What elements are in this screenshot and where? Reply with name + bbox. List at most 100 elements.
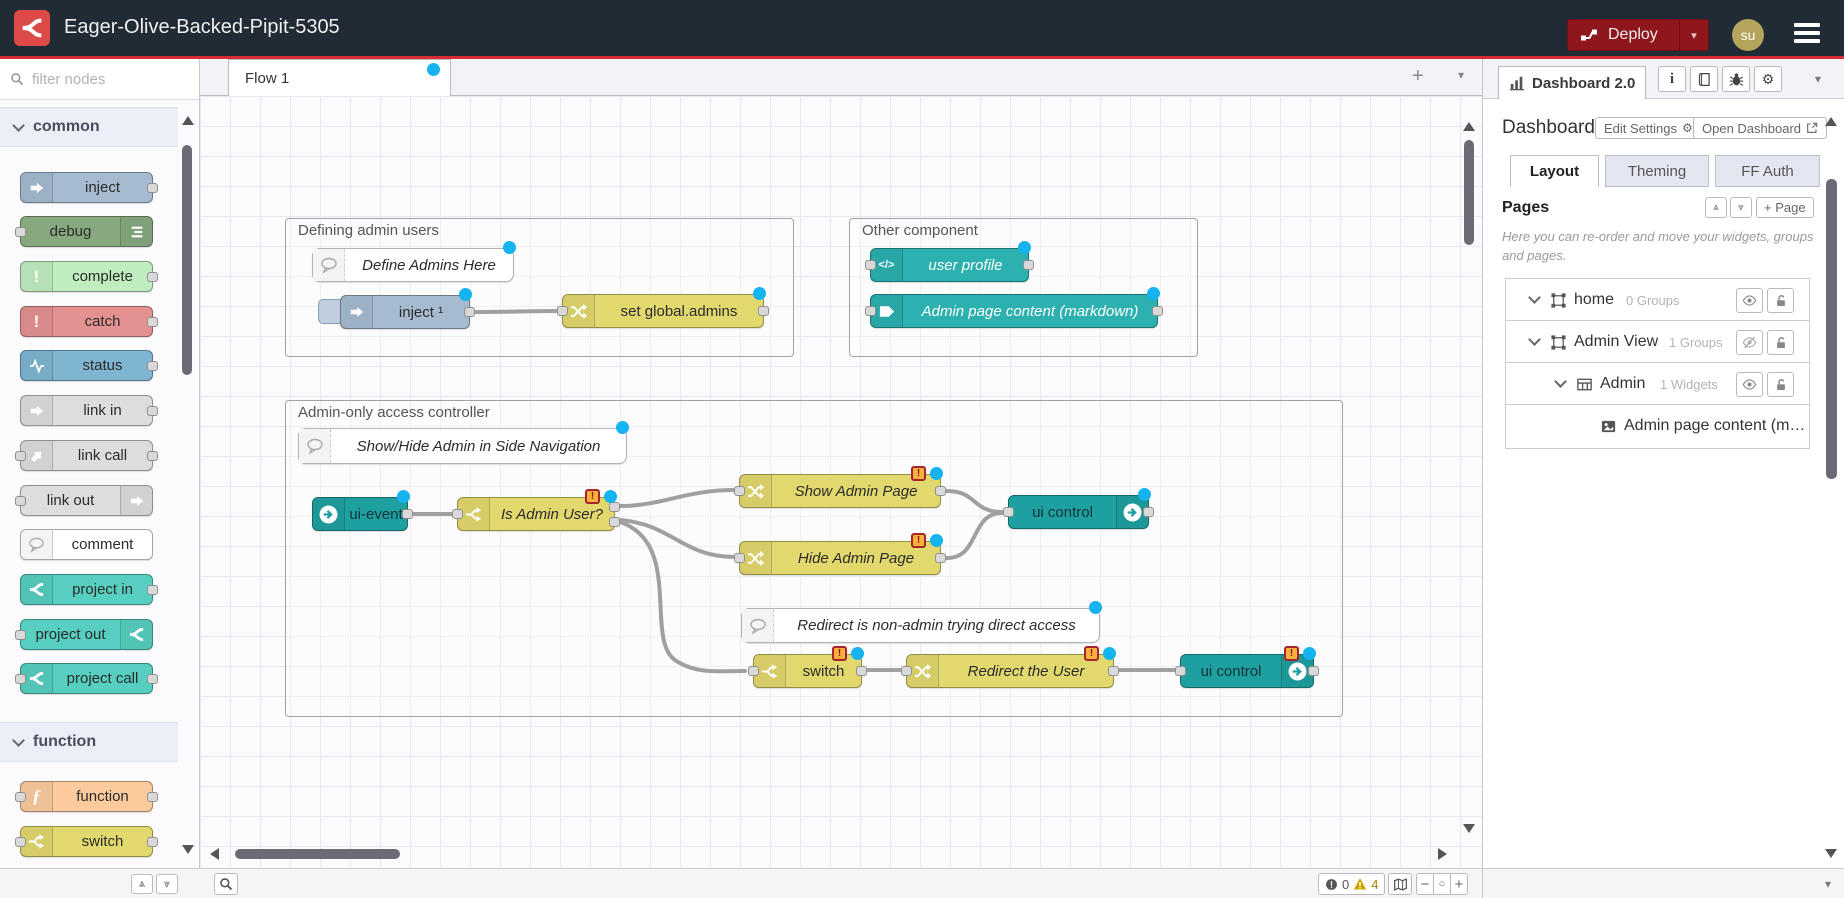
palette-node-comment[interactable]: comment [20, 529, 153, 560]
output-port[interactable] [856, 666, 867, 676]
comment-node-define-admins[interactable]: Define Admins Here [312, 248, 514, 282]
output-port-2[interactable] [609, 517, 620, 527]
palette-node-project-out[interactable]: project out [20, 619, 153, 650]
input-port[interactable] [865, 260, 876, 270]
port[interactable] [147, 451, 158, 461]
hscroll-right-arrow[interactable] [1438, 848, 1447, 860]
search-flows-button[interactable] [214, 873, 238, 895]
hscroll-left-arrow[interactable] [210, 848, 219, 860]
port[interactable] [147, 837, 158, 847]
port[interactable] [15, 451, 26, 461]
port[interactable] [15, 837, 26, 847]
port[interactable] [147, 361, 158, 371]
group-other-component[interactable]: Other component [849, 218, 1198, 357]
input-port[interactable] [734, 486, 745, 496]
output-port[interactable] [935, 486, 946, 496]
node-is-admin-user[interactable]: Is Admin User? ! [457, 497, 615, 531]
output-port[interactable] [758, 306, 769, 316]
tab-list-caret[interactable]: ▾ [1458, 68, 1464, 82]
output-port[interactable] [1108, 666, 1119, 676]
tab-dashboard-2[interactable]: Dashboard 2.0 [1498, 66, 1646, 99]
visibility-button[interactable] [1736, 330, 1763, 355]
palette-category-common[interactable]: common [0, 107, 178, 147]
flow-canvas[interactable]: Defining admin users Other component Adm… [200, 96, 1482, 868]
tree-row-admin-view[interactable]: Admin View 1 Groups [1505, 320, 1810, 365]
deploy-options-caret[interactable]: ▾ [1679, 20, 1708, 50]
palette-category-function[interactable]: function [0, 722, 178, 762]
debug-tab-button[interactable] [1722, 66, 1750, 92]
port[interactable] [15, 630, 26, 640]
info-tab-button[interactable]: i [1658, 66, 1686, 92]
open-dashboard-button[interactable]: Open Dashboard [1693, 117, 1827, 139]
node-ui-event[interactable]: ui-event [312, 497, 408, 531]
chevron-down-icon[interactable] [1528, 291, 1541, 304]
move-up-button[interactable]: ⩓ [1705, 197, 1727, 218]
group-defining-admin-users[interactable]: Defining admin users [285, 218, 794, 357]
output-port[interactable] [402, 509, 413, 519]
palette-expand-all-button[interactable]: ⩔ [156, 874, 178, 894]
node-set-global-admins[interactable]: set global.admins [562, 294, 764, 328]
sidebar-scroll-down[interactable] [1825, 849, 1837, 858]
chevron-down-icon[interactable] [1554, 375, 1567, 388]
palette-node-project-in[interactable]: project in [20, 574, 153, 605]
input-port[interactable] [901, 666, 912, 676]
node-admin-page-content[interactable]: Admin page content (markdown) [870, 294, 1158, 328]
port[interactable] [147, 272, 158, 282]
palette-node-inject[interactable]: inject [20, 172, 153, 203]
input-port[interactable] [452, 509, 463, 519]
input-port[interactable] [1175, 666, 1186, 676]
palette-node-function[interactable]: ƒ function [20, 781, 153, 812]
tab-theming[interactable]: Theming [1605, 155, 1709, 187]
lock-button[interactable] [1767, 372, 1794, 397]
output-port-1[interactable] [609, 502, 620, 512]
notifications-counter[interactable]: 0 4 [1318, 873, 1385, 895]
port[interactable] [147, 585, 158, 595]
tab-flow-1[interactable]: Flow 1 [228, 59, 451, 96]
port[interactable] [147, 674, 158, 684]
input-port[interactable] [865, 306, 876, 316]
main-menu-button[interactable] [1790, 15, 1824, 51]
palette-search[interactable]: filter nodes [0, 59, 199, 100]
user-avatar[interactable]: su [1732, 19, 1764, 51]
node-user-profile[interactable]: </> user profile [870, 248, 1029, 282]
palette-node-switch[interactable]: switch [20, 826, 153, 857]
vscroll-down-arrow[interactable] [1463, 824, 1475, 833]
config-tab-button[interactable]: ⚙ [1754, 66, 1782, 92]
sidebar-footer-caret[interactable]: ▾ [1825, 877, 1831, 891]
deploy-button[interactable]: Deploy ▾ [1567, 19, 1709, 51]
edit-settings-button[interactable]: Edit Settings ⚙ [1595, 117, 1702, 139]
zoom-out-button[interactable]: − [1416, 873, 1434, 895]
comment-node-show-hide-admin[interactable]: Show/Hide Admin in Side Navigation [298, 428, 627, 464]
zoom-in-button[interactable]: + [1450, 873, 1468, 895]
palette-node-link-in[interactable]: link in [20, 395, 153, 426]
port[interactable] [15, 674, 26, 684]
port[interactable] [15, 792, 26, 802]
tree-row-home[interactable]: home 0 Groups [1505, 278, 1810, 323]
sidebar-tabs-caret[interactable]: ▾ [1815, 72, 1821, 86]
hscroll-thumb[interactable] [235, 849, 400, 859]
port[interactable] [147, 792, 158, 802]
output-port[interactable] [1152, 306, 1163, 316]
output-port[interactable] [1308, 666, 1319, 676]
node-switch[interactable]: switch ! [753, 654, 862, 688]
add-page-button[interactable]: + Page [1756, 197, 1814, 218]
sidebar-scroll-up[interactable] [1825, 117, 1837, 126]
port[interactable] [147, 183, 158, 193]
visibility-button[interactable] [1736, 372, 1763, 397]
palette-node-link-call[interactable]: link call [20, 440, 153, 471]
input-port[interactable] [734, 553, 745, 563]
output-port[interactable] [1023, 260, 1034, 270]
node-ui-control-top[interactable]: ui control [1008, 495, 1149, 529]
input-port[interactable] [748, 666, 759, 676]
move-down-button[interactable]: ⩔ [1730, 197, 1752, 218]
minimap-button[interactable] [1388, 873, 1412, 895]
palette-scroll-up[interactable] [182, 116, 194, 125]
tree-row-admin-widget[interactable]: Admin page content (m… [1505, 404, 1810, 449]
add-flow-button[interactable]: + [1412, 65, 1424, 88]
comment-node-redirect[interactable]: Redirect is non-admin trying direct acce… [741, 608, 1100, 643]
vscroll-up-arrow[interactable] [1463, 122, 1475, 131]
node-hide-admin-page[interactable]: Hide Admin Page ! [739, 541, 941, 575]
chevron-down-icon[interactable] [1528, 333, 1541, 346]
zoom-reset-button[interactable]: ○ [1433, 873, 1451, 895]
tab-layout[interactable]: Layout [1510, 155, 1599, 187]
